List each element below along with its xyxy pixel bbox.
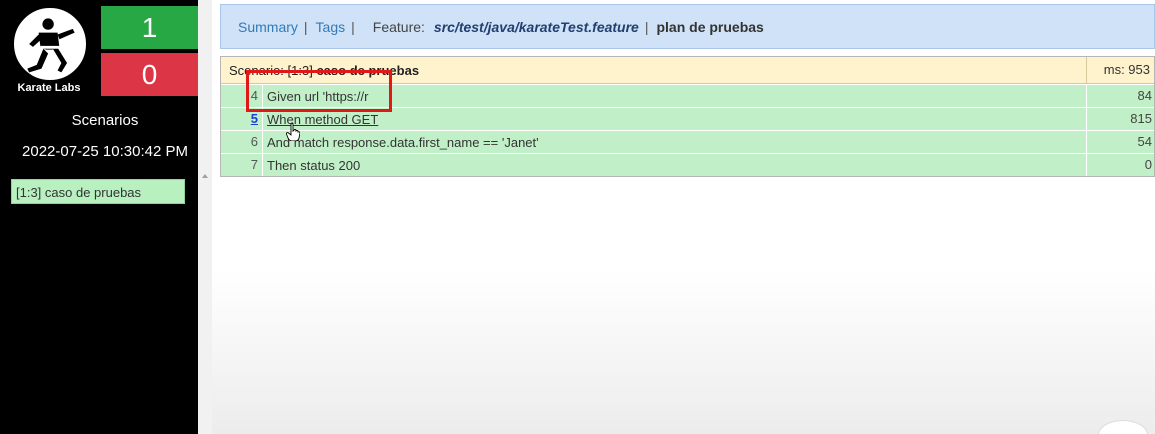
scenario-name: caso de pruebas [316, 62, 420, 78]
step-text: Then status 200 [267, 157, 361, 173]
scenario-id: Scenario: [1:3] [229, 62, 313, 78]
sidebar-item-scenario[interactable]: [1:3] caso de pruebas [11, 179, 185, 204]
step-line-number: 6 [221, 131, 263, 153]
scenario-duration: ms: 953 [1086, 57, 1154, 83]
step-line-link[interactable]: 5 [221, 108, 263, 130]
summary-link[interactable]: Summary [238, 19, 298, 35]
content-background [212, 270, 1155, 434]
scenario-title: Scenario: [1:3] caso de pruebas [221, 63, 419, 78]
header-separator: | [351, 18, 355, 35]
karate-logo-icon [12, 6, 88, 82]
scenario-table: Scenario: [1:3] caso de pruebas ms: 953 … [220, 56, 1155, 177]
feature-header: Summary | Tags | Feature: src/test/java/… [220, 4, 1155, 49]
scenario-header-row: Scenario: [1:3] caso de pruebas ms: 953 [221, 57, 1154, 84]
logo-text: Karate Labs [17, 82, 81, 94]
passed-count-badge: 1 [101, 6, 198, 49]
step-text: Given url 'https://r [267, 88, 369, 104]
step-row[interactable]: 5 When method GET 815 [221, 107, 1154, 130]
feature-name: plan de pruebas [656, 18, 764, 35]
step-row: 4 Given url 'https://r 84 [221, 84, 1154, 107]
scenarios-title: Scenarios [71, 112, 139, 129]
tags-link[interactable]: Tags [316, 19, 346, 35]
step-row: 6 And match response.data.first_name == … [221, 130, 1154, 153]
feature-label: Feature: [372, 18, 425, 35]
step-row: 7 Then status 200 0 [221, 153, 1154, 176]
step-duration: 84 [1086, 85, 1154, 107]
step-duration: 54 [1086, 131, 1154, 153]
scrollbar-gutter[interactable] [198, 0, 212, 434]
failed-count-badge: 0 [101, 53, 198, 96]
step-line-number: 7 [221, 154, 263, 176]
step-text-link[interactable]: When method GET [263, 112, 1154, 127]
step-line-number: 4 [221, 85, 263, 107]
header-separator: | [303, 18, 308, 35]
scroll-up-arrow-icon[interactable] [202, 174, 208, 178]
step-duration: 815 [1086, 108, 1154, 130]
step-duration: 0 [1086, 154, 1154, 176]
feature-path: src/test/java/karateTest.feature [433, 18, 639, 35]
report-timestamp: 2022-07-25 10:30:42 PM [22, 143, 188, 160]
sidebar: Karate Labs 1 0 Scenarios 2022-07-25 10:… [0, 0, 198, 434]
step-text: And match response.data.first_name == 'J… [267, 134, 539, 150]
header-separator: | [644, 18, 649, 35]
